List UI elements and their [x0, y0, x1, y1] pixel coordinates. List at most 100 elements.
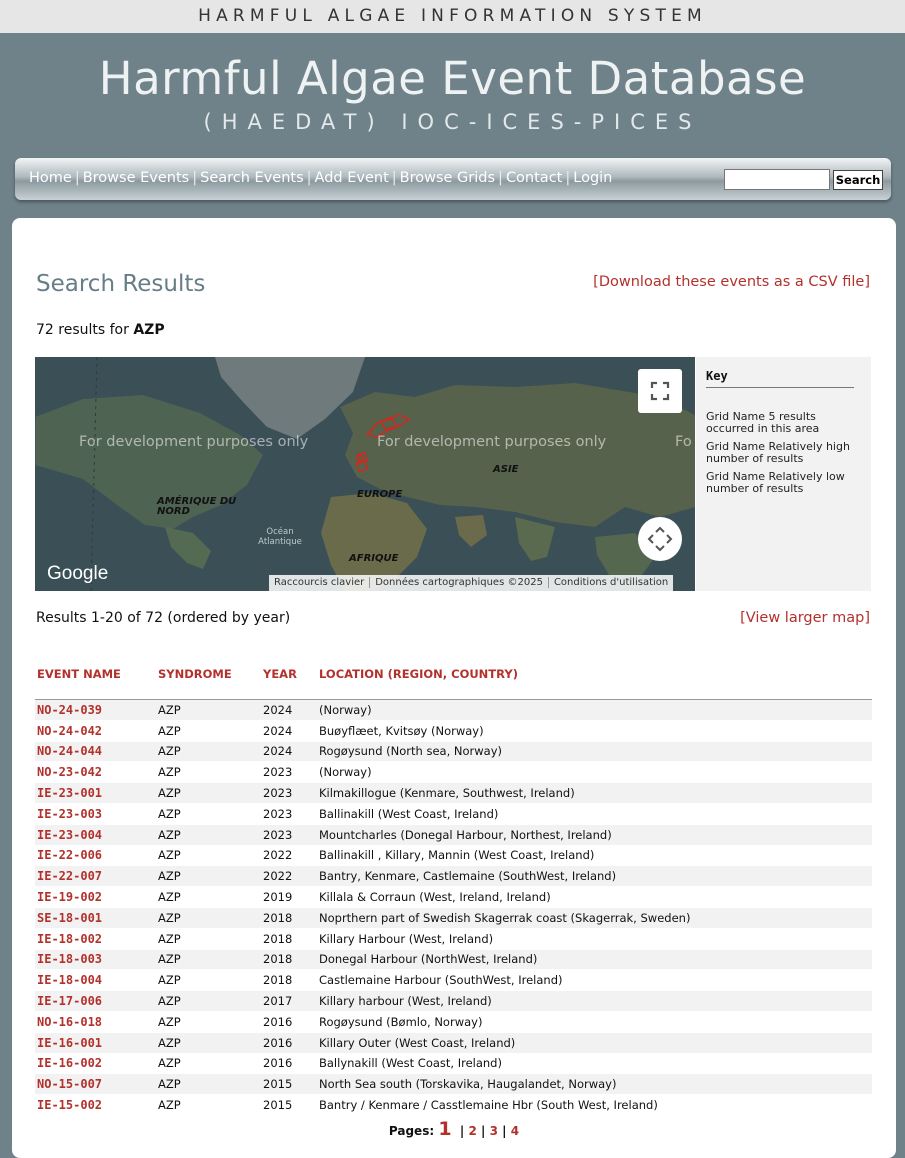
- map-pan-button[interactable]: [638, 517, 682, 561]
- pages-label: Pages:: [388, 1124, 435, 1138]
- year-cell: 2018: [261, 969, 317, 992]
- table-row: IE-15-002 AZP 2015 Bantry / Kenmare / Casst…: [35, 1094, 872, 1116]
- table-row: NO-24-039 AZP 2024 (Norway): [35, 699, 872, 721]
- nav-add-event[interactable]: Add Event: [315, 170, 389, 186]
- results-summary: 72 results for AZP: [36, 322, 165, 338]
- label-north-america: AMÉRIQUE DU NORD: [157, 496, 237, 517]
- table-row: IE-16-002 AZP 2016 Ballynakill (West Coast,…: [35, 1053, 872, 1075]
- location-cell: Castlemaine Harbour (SouthWest, Ireland): [317, 969, 872, 992]
- location-cell: Buøyflæet, Kvitsøy (Norway): [317, 720, 872, 742]
- page-link[interactable]: 4: [511, 1124, 519, 1138]
- syndrome-cell: AZP: [156, 907, 261, 929]
- event-name-link[interactable]: IE-23-001: [35, 782, 156, 804]
- search-input[interactable]: [724, 169, 830, 190]
- syndrome-cell: AZP: [156, 761, 261, 784]
- nav-login[interactable]: Login: [573, 170, 612, 186]
- syndrome-cell: AZP: [156, 699, 261, 721]
- key-item: Grid Name Relatively low number of resul…: [706, 470, 845, 495]
- event-name-link[interactable]: NO-24-044: [35, 741, 156, 763]
- events-table: EVENT NAME SYNDROME YEAR LOCATION (REGIO…: [35, 658, 872, 1116]
- table-row: IE-23-004 AZP 2023 Mountcharles (Donegal Ha…: [35, 824, 872, 846]
- page-separator: |: [502, 1124, 507, 1138]
- event-name-link[interactable]: NO-16-018: [35, 1011, 156, 1033]
- col-location[interactable]: LOCATION (REGION, COUNTRY): [317, 658, 872, 700]
- event-name-link[interactable]: IE-17-006: [35, 990, 156, 1012]
- label-atlantic: Océan Atlantique: [258, 527, 302, 547]
- event-name-link[interactable]: IE-16-002: [35, 1053, 156, 1075]
- page-title: Search Results: [36, 271, 206, 297]
- event-name-link[interactable]: NO-15-007: [35, 1073, 156, 1096]
- map-watermark: For development purposes only: [377, 434, 607, 450]
- map-watermark: Fo: [675, 434, 692, 450]
- year-cell: 2017: [261, 990, 317, 1012]
- event-name-link[interactable]: IE-22-007: [35, 865, 156, 888]
- table-row: NO-24-042 AZP 2024 Buøyflæet, Kvitsøy (Norw…: [35, 720, 872, 742]
- event-name-link[interactable]: SE-18-001: [35, 907, 156, 929]
- year-cell: 2015: [261, 1073, 317, 1096]
- event-name-link[interactable]: IE-18-002: [35, 928, 156, 950]
- label-asia: ASIE: [493, 464, 519, 475]
- nav-separator: |: [306, 170, 312, 186]
- location-cell: Killala & Corraun (West, Ireland, Irelan…: [317, 886, 872, 908]
- nav-home[interactable]: Home: [29, 170, 72, 186]
- event-name-link[interactable]: NO-24-039: [35, 699, 156, 721]
- keyboard-shortcuts-link[interactable]: Raccourcis clavier: [269, 577, 371, 588]
- syndrome-cell: AZP: [156, 928, 261, 950]
- download-csv-link[interactable]: [Download these events as a CSV file]: [593, 274, 870, 290]
- location-cell: Bantry / Kenmare / Casstlemaine Hbr (Sou…: [317, 1094, 872, 1116]
- location-cell: Ballinakill , Killary, Mannin (West Coas…: [317, 845, 872, 867]
- page-link[interactable]: 3: [490, 1124, 498, 1138]
- syndrome-cell: AZP: [156, 741, 261, 763]
- event-name-link[interactable]: IE-23-003: [35, 803, 156, 825]
- year-cell: 2018: [261, 928, 317, 950]
- event-name-link[interactable]: IE-23-004: [35, 824, 156, 846]
- map-data-credit: Données cartographiques ©2025: [370, 577, 549, 588]
- year-cell: 2023: [261, 761, 317, 784]
- content-panel: Search Results [Download these events as…: [12, 218, 896, 1158]
- location-cell: Noprthern part of Swedish Skagerrak coas…: [317, 907, 872, 929]
- table-row: IE-18-002 AZP 2018 Killary Harbour (West, I…: [35, 928, 872, 950]
- view-larger-map-link[interactable]: [View larger map]: [740, 610, 870, 626]
- table-row: IE-19-002 AZP 2019 Killala & Corraun (West,…: [35, 886, 872, 908]
- page-link[interactable]: 2: [469, 1124, 477, 1138]
- table-row: NO-23-042 AZP 2023 (Norway): [35, 761, 872, 784]
- map-key: Key Grid Name 5 results occurred in this…: [696, 357, 871, 591]
- key-item: Grid Name Relatively high number of resu…: [706, 440, 850, 465]
- location-cell: Ballinakill (West Coast, Ireland): [317, 803, 872, 825]
- google-logo: Google: [47, 563, 109, 584]
- year-cell: 2024: [261, 741, 317, 763]
- event-name-link[interactable]: IE-18-003: [35, 949, 156, 971]
- event-name-link[interactable]: IE-18-004: [35, 969, 156, 992]
- syndrome-cell: AZP: [156, 1032, 261, 1054]
- col-year[interactable]: YEAR: [261, 658, 317, 700]
- move-arrows-icon: [647, 526, 673, 552]
- event-name-link[interactable]: IE-15-002: [35, 1094, 156, 1116]
- syndrome-cell: AZP: [156, 1094, 261, 1116]
- event-name-link[interactable]: NO-24-042: [35, 720, 156, 742]
- table-row: IE-23-003 AZP 2023 Ballinakill (West Coast,…: [35, 803, 872, 825]
- nav-browse-events[interactable]: Browse Events: [83, 170, 190, 186]
- nav-separator: |: [192, 170, 198, 186]
- location-cell: Rogøysund (Bømlo, Norway): [317, 1011, 872, 1033]
- table-row: SE-18-001 AZP 2018 Noprthern part of Swedis…: [35, 907, 872, 929]
- nav-contact[interactable]: Contact: [506, 170, 562, 186]
- event-name-link[interactable]: IE-16-001: [35, 1032, 156, 1054]
- fullscreen-button[interactable]: [638, 369, 682, 413]
- search-button[interactable]: Search: [833, 170, 883, 190]
- nav-separator: |: [391, 170, 397, 186]
- event-name-link[interactable]: IE-19-002: [35, 886, 156, 908]
- results-map[interactable]: For development purposes only For develo…: [35, 357, 695, 591]
- table-row: IE-17-006 AZP 2017 Killary harbour (West, I…: [35, 990, 872, 1012]
- results-range: Results 1-20 of 72 (ordered by year): [36, 610, 291, 626]
- syndrome-cell: AZP: [156, 720, 261, 742]
- col-event-name[interactable]: EVENT NAME: [35, 658, 156, 700]
- location-cell: Donegal Harbour (NorthWest, Ireland): [317, 949, 872, 971]
- event-name-link[interactable]: IE-22-006: [35, 845, 156, 867]
- col-syndrome[interactable]: SYNDROME: [156, 658, 261, 700]
- nav-browse-grids[interactable]: Browse Grids: [400, 170, 495, 186]
- terms-link[interactable]: Conditions d'utilisation: [549, 577, 673, 588]
- event-name-link[interactable]: NO-23-042: [35, 761, 156, 784]
- map-attribution: Raccourcis clavier Données cartographique…: [269, 575, 674, 591]
- nav-search-events[interactable]: Search Events: [200, 170, 304, 186]
- syndrome-cell: AZP: [156, 990, 261, 1012]
